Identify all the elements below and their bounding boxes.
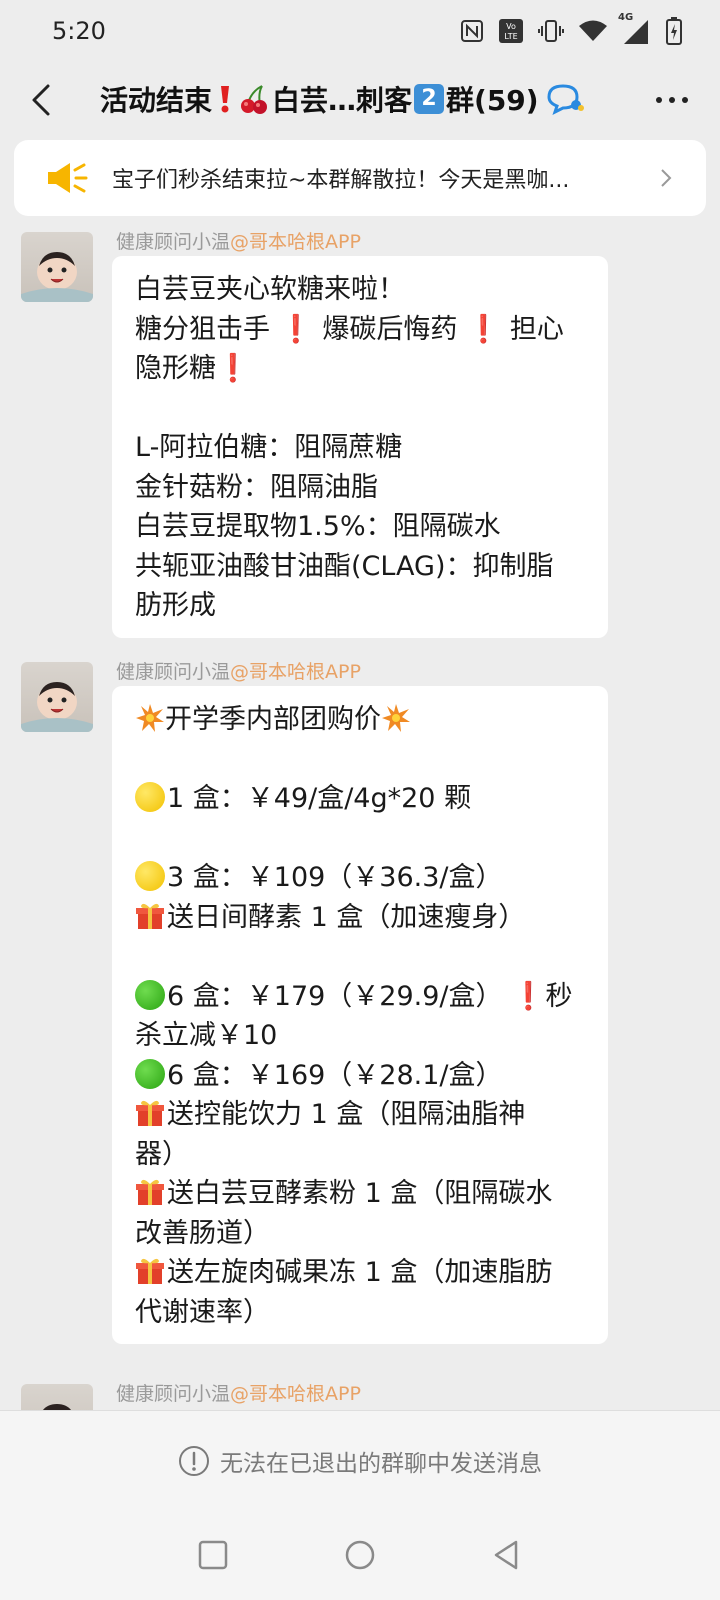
recent-apps-icon[interactable] [196, 1538, 230, 1572]
red-exclamation-icon: ❗ [457, 313, 510, 345]
chat-input-disabled-bar: 无法在已退出的群聊中发送消息 [0, 1410, 720, 1510]
title-part-1: 活动结束 [100, 84, 213, 117]
message-line: 代谢速率） [135, 1296, 270, 1328]
sender-name-text: 健康顾问小温 [116, 661, 231, 683]
message-line: 器） [135, 1138, 189, 1170]
sender-name-text: 健康顾问小温 [116, 232, 231, 253]
message-line: 送控能饮力 1 盒（阻隔油脂神 [135, 1095, 588, 1135]
disabled-notice-text: 无法在已退出的群聊中发送消息 [220, 1450, 542, 1477]
message-line: 开学季内部团购价 [135, 700, 588, 740]
message-line [135, 389, 588, 429]
keycap-number-icon: 2 [414, 84, 445, 114]
message-line: 肪形成 [135, 590, 216, 621]
red-exclamation-icon: ❗ [216, 353, 250, 384]
sender-tag: @哥本哈根APP [230, 661, 361, 683]
nfc-icon [461, 20, 483, 42]
volte-icon: Vo LTE [499, 19, 523, 43]
message-line: 6 盒：￥169（￥28.1/盒） [135, 1056, 588, 1096]
group-announcement-bar[interactable]: 宝子们秒杀结束拉~本群解散拉！今天是黑咖... [14, 140, 706, 216]
sender-name: 健康顾问小温@哥本哈根APP [116, 657, 361, 684]
chat-message-list[interactable]: 健康顾问小温@哥本哈根APP 白芸豆夹心软糖来啦！ 糖分狙击手 ❗ 爆碳后悔药 … [0, 232, 720, 1410]
red-exclamation-icon: ❗ [502, 980, 546, 1012]
avatar[interactable] [21, 232, 93, 302]
status-icons: Vo LTE 4G [460, 12, 682, 45]
back-triangle-icon[interactable] [490, 1538, 524, 1572]
message-line: 共轭亚油酸甘油酯(CLAG)：抑制脂 [135, 550, 554, 582]
svg-text:LTE: LTE [504, 32, 517, 41]
title-part-3: 群(59) [446, 84, 539, 117]
sender-tag: @哥本哈根APP [230, 232, 361, 253]
gift-icon [136, 1100, 164, 1126]
home-icon[interactable] [343, 1538, 377, 1572]
message-line [135, 937, 588, 977]
system-navigation-bar [0, 1510, 720, 1600]
green-circle-icon [135, 979, 165, 1010]
message-line: L-阿拉伯糖：阻隔蔗糖 [135, 432, 403, 463]
message-line [135, 740, 588, 780]
wifi-icon [579, 20, 607, 41]
megaphone-icon [48, 163, 88, 193]
sender-name: 健康顾问小温@哥本哈根APP [116, 1379, 361, 1406]
signal-4g-icon: 4G [618, 12, 652, 44]
message-line [135, 819, 588, 859]
gift-icon [136, 1179, 164, 1205]
message-line: 送左旋肉碱果冻 1 盒（加速脂肪 [135, 1253, 588, 1293]
battery-charging-icon [666, 17, 682, 45]
collision-icon [382, 704, 410, 732]
chat-title[interactable]: 活动结束 白芸…刺客 2 群(59) [100, 76, 620, 122]
info-exclamation-icon [179, 1445, 209, 1476]
message-bubble[interactable]: 开学季内部团购价 1 盒：￥49/盒/4g*20 颗 3 盒：￥109（￥36.… [112, 686, 608, 1344]
red-exclamation-icon [221, 86, 230, 113]
vibrate-icon [538, 20, 564, 42]
message-line: 杀立减￥10 [135, 1020, 278, 1051]
chevron-right-icon [661, 169, 672, 187]
message-line: 金针菇粉：阻隔油脂 [135, 471, 378, 503]
yellow-circle-icon [135, 782, 165, 812]
yellow-circle-icon [135, 861, 165, 891]
title-part-2: 白芸…刺客 [272, 84, 413, 117]
network-label: 4G [618, 12, 634, 23]
more-options-icon[interactable] [652, 84, 692, 116]
message-line: 白芸豆夹心软糖来啦！ [135, 274, 405, 305]
message-line: 送白芸豆酵素粉 1 盒（阻隔碳水 [135, 1174, 588, 1214]
message-line: 1 盒：￥49/盒/4g*20 颗 [135, 779, 588, 819]
chat-header: 活动结束 白芸…刺客 2 群(59) [0, 62, 720, 138]
status-bar: 5:20 Vo LTE 4G [0, 0, 720, 62]
group-chat-bubble-icon [547, 84, 584, 115]
message-line: 白芸豆提取物1.5%：阻隔碳水 [135, 511, 501, 542]
svg-text:Vo: Vo [506, 22, 516, 31]
sender-name: 健康顾问小温@哥本哈根APP [116, 232, 361, 254]
avatar[interactable] [21, 662, 93, 732]
sender-name-text: 健康顾问小温 [116, 1383, 231, 1405]
avatar[interactable] [21, 1384, 93, 1410]
message-line: 6 盒：￥179（￥29.9/盒） ❗秒 [135, 977, 588, 1017]
red-exclamation-icon: ❗ [270, 313, 323, 345]
collision-icon [136, 704, 164, 732]
message-line: 送日间酵素 1 盒（加速瘦身） [135, 898, 588, 938]
message-bubble[interactable]: 白芸豆夹心软糖来啦！ 糖分狙击手 ❗ 爆碳后悔药 ❗ 担心 隐形糖❗ L-阿拉伯… [112, 256, 608, 638]
message-line: 改善肠道） [135, 1217, 270, 1249]
green-circle-icon [135, 1058, 165, 1089]
cherry-icon [241, 85, 268, 114]
message-line: 隐形糖❗ [135, 353, 250, 384]
gift-icon [136, 1258, 164, 1284]
back-arrow-icon[interactable] [22, 78, 62, 122]
disabled-notice: 无法在已退出的群聊中发送消息 [178, 1444, 542, 1478]
message-line: 糖分狙击手 ❗ 爆碳后悔药 ❗ 担心 [135, 313, 564, 345]
message-line: 3 盒：￥109（￥36.3/盒） [135, 858, 588, 898]
status-time: 5:20 [52, 17, 106, 45]
gift-icon [136, 903, 164, 929]
announcement-text: 宝子们秒杀结束拉~本群解散拉！今天是黑咖... [112, 168, 570, 193]
sender-tag: @哥本哈根APP [230, 1383, 361, 1405]
